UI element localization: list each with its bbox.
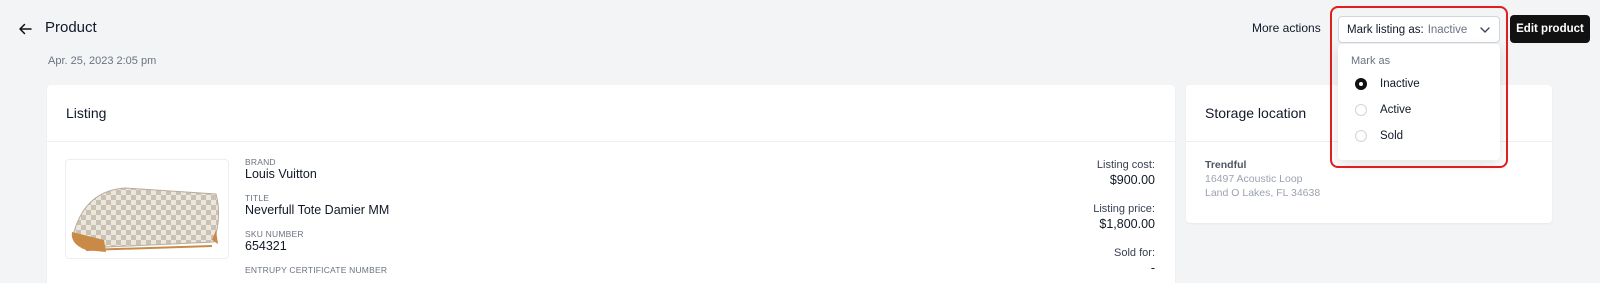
listing-price-label: Listing price: (1093, 203, 1155, 215)
mark-listing-label: Mark listing as: (1347, 23, 1424, 36)
mark-listing-value: Inactive (1427, 23, 1468, 36)
mark-listing-select[interactable]: Mark listing as: Inactive (1338, 16, 1500, 43)
radio-option-inactive[interactable]: Inactive (1338, 71, 1500, 97)
tote-bag-image (71, 187, 220, 252)
entrupy-label: ENTRUPY CERTIFICATE NUMBER (245, 265, 388, 275)
sold-for-label: Sold for: (1114, 247, 1155, 259)
sold-for-value: - (1150, 261, 1155, 275)
sku-field: SKU NUMBER 654321 (245, 229, 304, 253)
back-button[interactable] (14, 18, 36, 40)
listing-cost-value: $900.00 (1109, 173, 1155, 187)
storage-name: Trendful (1205, 159, 1247, 171)
listing-card-title: Listing (66, 105, 107, 121)
chevron-down-icon (1479, 24, 1491, 36)
timestamp: Apr. 25, 2023 2:05 pm (48, 55, 157, 67)
dropdown-heading: Mark as (1351, 55, 1391, 67)
edit-product-button[interactable]: Edit product (1510, 15, 1590, 43)
title-value: Neverfull Tote Damier MM (245, 203, 390, 217)
radio-button[interactable] (1355, 104, 1367, 116)
sold-for: Sold for: - (1114, 247, 1155, 275)
listing-price-value: $1,800.00 (1099, 217, 1155, 231)
listing-card: Listing BRAND Louis Vuitton TITLE Neverf… (47, 85, 1175, 283)
divider (47, 141, 1175, 142)
radio-option-sold[interactable]: Sold (1338, 123, 1500, 149)
listing-cost-label: Listing cost: (1096, 159, 1155, 171)
brand-label: BRAND (245, 157, 276, 167)
listing-price: Listing price: $1,800.00 (1093, 203, 1155, 231)
storage-card-title: Storage location (1205, 105, 1307, 121)
storage-details: Trendful 16497 Acoustic Loop Land O Lake… (1205, 159, 1320, 199)
storage-address-line1: 16497 Acoustic Loop (1205, 173, 1303, 185)
sku-value: 654321 (245, 239, 287, 253)
product-image (65, 159, 229, 259)
page-title: Product (45, 19, 97, 36)
title-field: TITLE Neverfull Tote Damier MM (245, 193, 389, 217)
sku-label: SKU NUMBER (245, 229, 304, 239)
title-label: TITLE (245, 193, 270, 203)
brand-field: BRAND Louis Vuitton (245, 157, 317, 181)
brand-value: Louis Vuitton (245, 167, 317, 181)
entrupy-field: ENTRUPY CERTIFICATE NUMBER (245, 265, 387, 275)
radio-label: Sold (1380, 130, 1404, 142)
arrow-left-icon (19, 23, 32, 35)
storage-address-line2: Land O Lakes, FL 34638 (1205, 187, 1321, 199)
more-actions-button[interactable]: More actions (1252, 21, 1321, 35)
radio-button[interactable] (1355, 130, 1367, 142)
listing-cost: Listing cost: $900.00 (1097, 159, 1155, 187)
radio-label: Inactive (1380, 78, 1420, 90)
radio-option-active[interactable]: Active (1338, 97, 1500, 123)
mark-as-dropdown: Mark as Inactive Active Sold (1338, 44, 1500, 160)
radio-label: Active (1380, 104, 1412, 116)
radio-button[interactable] (1355, 78, 1367, 90)
